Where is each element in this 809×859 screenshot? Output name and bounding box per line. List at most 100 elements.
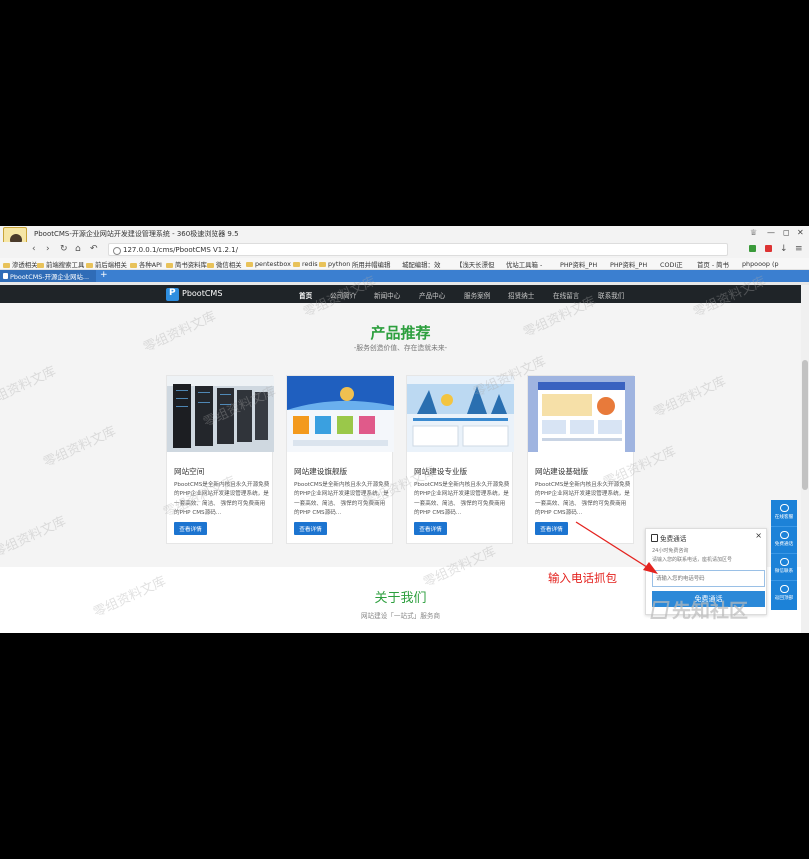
browser-nav-bar: ‹ › ↻ ⌂ ↶ 127.0.0.1/cms/PbootCMS V1.2.1/… [0, 242, 809, 258]
folder-icon [166, 262, 173, 268]
product-name[interactable]: 网站建设旗舰版 [294, 466, 347, 477]
product-card[interactable]: 网站建设旗舰版 PbootCMS是全新内核且永久开源免费的PHP企业网站开发建设… [286, 375, 394, 544]
bookmark-item[interactable]: pentestbox [246, 260, 291, 268]
nav-item-home[interactable]: 首页 [299, 290, 312, 300]
product-name[interactable]: 网站建设基础版 [535, 466, 588, 477]
bookmark-item[interactable]: redis [293, 260, 318, 268]
window-title: PbootCMS-开源企业网站开发建设管理系统 - 360极速浏览器 9.5 [34, 230, 239, 238]
online-service-button[interactable]: 在线客服 [771, 500, 797, 527]
view-details-button[interactable]: 查看详情 [294, 522, 327, 535]
xianzhi-logo-icon [650, 601, 670, 619]
call-line-2: 请输入您的联系电话，座机请加区号 [652, 557, 733, 563]
bookmark-item[interactable]: 微信相关 [207, 260, 242, 269]
product-card[interactable]: 网站空间 PbootCMS是全新内核且永久开源免费的PHP企业网站开发建设管理系… [166, 375, 274, 544]
minimize-icon[interactable]: — [767, 228, 775, 237]
bookmark-item[interactable]: 【浅天长漂但 [456, 260, 494, 269]
back-icon[interactable]: ‹ [32, 244, 36, 254]
xianzhi-watermark: 先知社区 [650, 596, 748, 623]
bookmark-item[interactable]: 首页 - 简书 [697, 260, 729, 269]
arrow-up-icon [779, 585, 789, 593]
nav-item-message[interactable]: 在线留言 [553, 290, 579, 300]
chat-icon [779, 504, 789, 512]
new-tab-icon[interactable]: + [100, 270, 108, 280]
view-details-button[interactable]: 查看详情 [414, 522, 447, 535]
product-desc: PbootCMS是全新内核且永久开源免费的PHP企业网站开发建设管理系统，是一套… [174, 482, 270, 517]
folder-icon [319, 261, 326, 267]
bookmark-item[interactable]: python [319, 260, 350, 268]
folder-icon [246, 261, 253, 267]
extension-icon[interactable] [765, 245, 772, 252]
product-desc: PbootCMS是全新内核且永久开源免费的PHP企业网站开发建设管理系统，是一套… [535, 482, 631, 517]
forward-icon[interactable]: › [46, 244, 50, 254]
bookmark-item[interactable]: PHP资料_PH [610, 260, 647, 269]
restore-icon[interactable]: ◻ [783, 228, 790, 237]
screenshot: PbootCMS-开源企业网站开发建设管理系统 - 360极速浏览器 9.5 ♕… [0, 226, 809, 633]
product-desc: PbootCMS是全新内核且永久开源免费的PHP企业网站开发建设管理系统，是一套… [414, 482, 510, 517]
nav-item-contact[interactable]: 联系我们 [598, 290, 624, 300]
products-subtitle: -服务创造价值、存在造就未来- [353, 344, 448, 352]
menu-icon[interactable]: ≡ [795, 244, 803, 254]
bookmark-item[interactable]: 各种API [130, 260, 162, 269]
reload-icon[interactable]: ↻ [60, 244, 68, 254]
folder-icon [207, 262, 214, 268]
bookmark-item[interactable]: 前后端相关 [86, 260, 127, 269]
browser-title-bar: PbootCMS-开源企业网站开发建设管理系统 - 360极速浏览器 9.5 ♕… [0, 226, 809, 255]
home-icon[interactable]: ⌂ [75, 244, 81, 254]
nav-item-products[interactable]: 产品中心 [419, 290, 445, 300]
download-icon[interactable]: ↓ [780, 244, 788, 254]
folder-icon [130, 262, 137, 268]
site-header: PbootCMS 首页 公司简介 新闻中心 产品中心 服务案例 招贤纳士 在线留… [0, 285, 801, 303]
wechat-icon [779, 558, 789, 566]
view-details-button[interactable]: 查看详情 [535, 522, 568, 535]
back-to-top-button[interactable]: 返回顶部 [771, 581, 797, 608]
site-brand[interactable]: PbootCMS [182, 289, 222, 298]
bookmarks-bar: 渗透相关 前端搜索工具 前后端相关 各种API 简书资料库 微信相关 pente… [0, 258, 809, 270]
product-card[interactable]: 网站建设专业版 PbootCMS是全新内核且永久开源免费的PHP企业网站开发建设… [406, 375, 514, 544]
folder-icon [86, 262, 93, 268]
tab-bar: PbootCMS-开源企业网站... + [0, 270, 809, 282]
skin-icon[interactable]: ♕ [750, 228, 757, 237]
bookmark-item[interactable]: 简书资料库 [166, 260, 207, 269]
nav-item-about[interactable]: 公司简介 [330, 290, 356, 300]
product-desc: PbootCMS是全新内核且永久开源免费的PHP企业网站开发建设管理系统，是一套… [294, 482, 390, 517]
phone-input[interactable] [652, 570, 765, 587]
url-text: 127.0.0.1/cms/PbootCMS V1.2.1/ [123, 246, 238, 254]
products-title: 产品推荐 [370, 324, 431, 342]
annotation-text: 输入电话抓包 [548, 571, 617, 585]
product-image[interactable] [528, 376, 635, 452]
product-card[interactable]: 网站建设基础版 PbootCMS是全新内核且永久开源免费的PHP企业网站开发建设… [527, 375, 635, 544]
product-image[interactable] [287, 376, 394, 452]
bookmark-item[interactable]: PHP资料_PH [560, 260, 597, 269]
undo-icon[interactable]: ↶ [90, 244, 98, 254]
bookmark-item[interactable]: phpooop (p [742, 260, 779, 268]
scrollbar-thumb[interactable] [802, 360, 808, 490]
view-details-button[interactable]: 查看详情 [174, 522, 207, 535]
bookmark-item[interactable]: 城配编辑：效 [402, 260, 440, 269]
bookmark-item[interactable]: 所用并帽编辑 [352, 260, 390, 269]
wechat-button[interactable]: 微信联系 [771, 554, 797, 581]
nav-item-news[interactable]: 新闻中心 [374, 290, 400, 300]
page-scrollbar[interactable] [801, 285, 809, 633]
product-image[interactable] [167, 376, 274, 452]
bookmark-item[interactable]: 前端搜索工具 [37, 260, 84, 269]
nav-item-jobs[interactable]: 招贤纳士 [508, 290, 534, 300]
side-float-buttons: 在线客服 免费通话 微信联系 返回顶部 [771, 500, 797, 610]
bookmark-item[interactable]: 优站工具箱 - [506, 260, 542, 269]
folder-icon [37, 262, 44, 268]
product-name[interactable]: 网站建设专业版 [414, 466, 467, 477]
product-name[interactable]: 网站空间 [174, 466, 204, 477]
app-icon[interactable] [749, 245, 756, 252]
tab-pbootcms[interactable]: PbootCMS-开源企业网站... [0, 270, 96, 282]
bookmark-item[interactable]: 渗透相关 [3, 260, 38, 269]
phone-icon [779, 531, 789, 539]
nav-item-cases[interactable]: 服务案例 [464, 290, 490, 300]
close-icon[interactable]: × [755, 531, 762, 540]
site-logo-icon[interactable] [166, 288, 179, 301]
close-icon[interactable]: ✕ [797, 228, 804, 237]
folder-icon [3, 262, 10, 268]
folder-icon [293, 261, 300, 267]
bookmark-item[interactable]: CODI正 [660, 260, 683, 269]
address-bar[interactable]: 127.0.0.1/cms/PbootCMS V1.2.1/ [108, 243, 728, 256]
product-image[interactable] [407, 376, 514, 452]
free-call-side-button[interactable]: 免费通话 [771, 527, 797, 554]
